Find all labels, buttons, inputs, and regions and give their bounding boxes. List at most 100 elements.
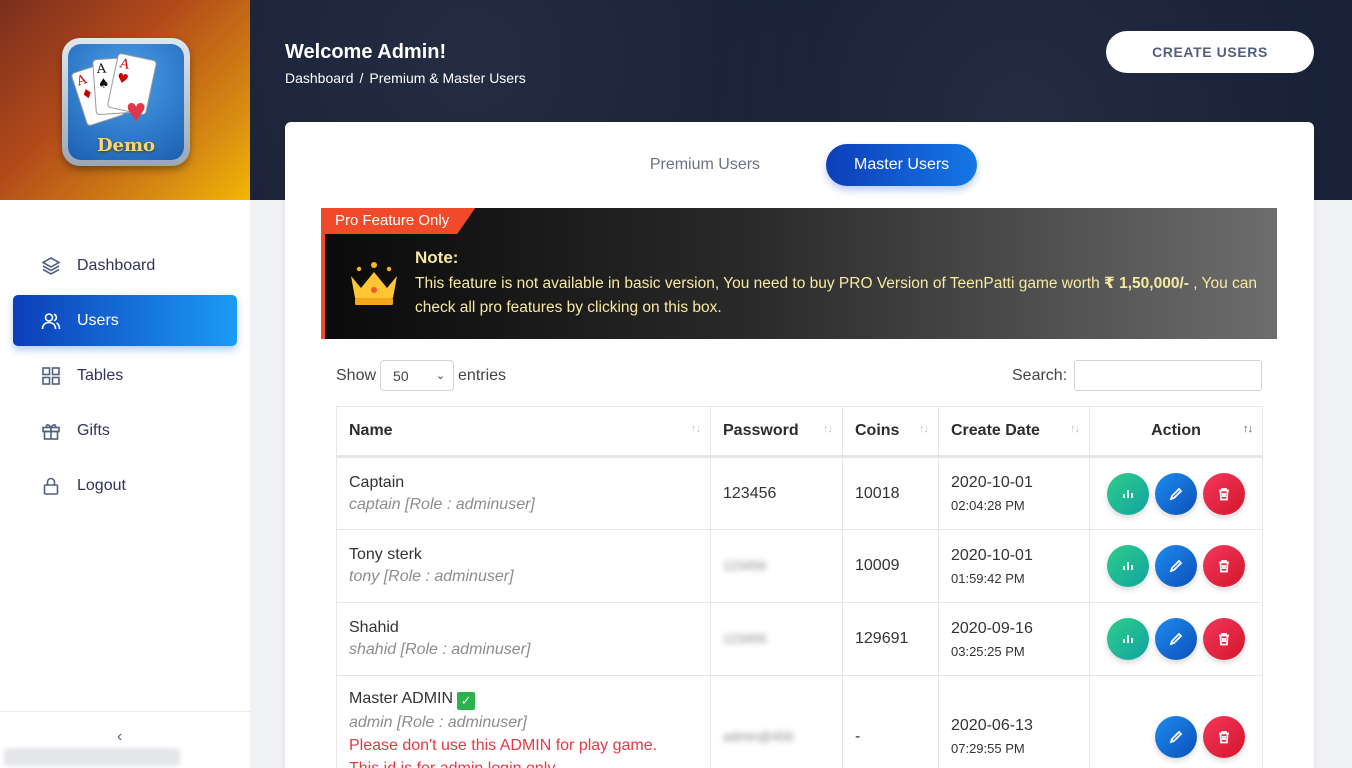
page-title: Welcome Admin!	[285, 41, 447, 63]
sidebar-item-label: Logout	[77, 476, 126, 494]
column-label: Password	[723, 422, 799, 439]
table-row: Tony sterk tony [Role : adminuser] 12345…	[336, 529, 1263, 603]
tab-premium-users[interactable]: Premium Users	[622, 144, 788, 186]
warning-text: Please don't use this ADMIN for play gam…	[349, 737, 658, 754]
pro-feature-banner[interactable]: Pro Feature Only Note: This feature is n…	[321, 208, 1277, 339]
stats-button[interactable]	[1107, 618, 1149, 660]
cell-name: Shahid shahid [Role : adminuser]	[336, 602, 711, 676]
user-name: Captain	[349, 473, 405, 491]
trash-icon	[1219, 730, 1229, 743]
note-text-part: This feature is not available in basic v…	[415, 275, 1105, 292]
pencil-icon	[1169, 730, 1183, 743]
show-label: Show	[336, 366, 377, 384]
bar-chart-icon	[1123, 562, 1133, 570]
table-row: Shahid shahid [Role : adminuser] 123456 …	[336, 602, 1263, 676]
row-actions	[1102, 472, 1250, 515]
row-actions	[1102, 715, 1250, 758]
create-time: 01:59:42 PM	[951, 570, 1025, 586]
cell-date: 2020-06-13 07:29:55 PM	[938, 675, 1090, 768]
user-name-text: Master ADMIN	[349, 690, 454, 707]
column-header-password[interactable]: Password ↑↓	[710, 406, 843, 458]
edit-button[interactable]	[1155, 715, 1197, 758]
row-actions	[1102, 618, 1250, 660]
cell-password: 123456	[710, 529, 843, 603]
entries-value: 50	[393, 367, 409, 384]
edit-button[interactable]	[1155, 472, 1197, 515]
cell-name: Tony sterk tony [Role : adminuser]	[336, 529, 711, 603]
sidebar-item-dashboard[interactable]: Dashboard	[13, 240, 237, 291]
entries-label: entries	[458, 366, 507, 384]
cell-password: admin@456	[710, 675, 843, 768]
search-label: Search:	[1012, 366, 1068, 384]
delete-button[interactable]	[1203, 715, 1245, 758]
sort-icon: ↑↓	[919, 423, 929, 435]
column-header-coins[interactable]: Coins ↑↓	[842, 406, 939, 458]
app-logo[interactable]: A ♦ A ♠ A ♥ ♥ Demo	[62, 38, 190, 166]
crown-icon	[351, 262, 397, 305]
cell-date: 2020-09-16 03:25:25 PM	[938, 602, 1090, 676]
table-row: Master ADMIN ✓ admin [Role : adminuser] P…	[336, 675, 1263, 768]
edit-button[interactable]	[1155, 618, 1197, 660]
lock-icon	[43, 477, 59, 495]
collapse-sidebar-button[interactable]: ‹	[117, 728, 122, 746]
cell-actions	[1089, 529, 1263, 603]
user-role: admin [Role : adminuser]	[349, 714, 527, 731]
sidebar-nav: Dashboard Users Tables Gifts Logout	[13, 240, 237, 515]
empty-slot	[1107, 716, 1149, 758]
layers-icon	[41, 256, 61, 275]
sidebar-item-gifts[interactable]: Gifts	[13, 405, 237, 456]
column-label: Coins	[855, 422, 900, 439]
column-header-action[interactable]: Action ↑↓	[1089, 406, 1263, 458]
column-label: Action	[1151, 422, 1201, 439]
sort-icon: ↑↓	[1070, 423, 1080, 435]
column-header-name[interactable]: Name ↑↓	[336, 406, 711, 458]
table-header-row: Name ↑↓ Password ↑↓ Coins ↑↓ Create Date ↑↓ …	[336, 406, 1263, 458]
delete-button[interactable]	[1203, 618, 1245, 660]
sort-icon: ↑↓	[1243, 423, 1253, 435]
entries-control: Show 50 ⌄ entries	[336, 360, 506, 391]
stats-button[interactable]	[1107, 545, 1149, 587]
cell-actions	[1089, 456, 1263, 530]
create-time: 03:25:25 PM	[951, 643, 1025, 659]
trash-icon	[1219, 487, 1229, 500]
sidebar-item-label: Dashboard	[77, 256, 156, 274]
cell-name: Captain captain [Role : adminuser]	[336, 456, 711, 530]
row-actions	[1102, 545, 1250, 587]
user-name: Tony sterk	[349, 546, 422, 563]
search-input[interactable]	[1074, 360, 1263, 391]
cell-coins: -	[842, 675, 939, 768]
delete-button[interactable]	[1203, 545, 1245, 587]
cell-coins: 129691	[842, 602, 939, 676]
cell-password: 123456	[710, 602, 843, 676]
heart-icon: ♥	[126, 92, 147, 130]
search-control: Search:	[1012, 360, 1263, 391]
logo-image: A ♦ A ♠ A ♥ ♥ Demo	[68, 44, 184, 160]
user-role: tony [Role : adminuser]	[349, 568, 514, 585]
column-header-create-date[interactable]: Create Date ↑↓	[938, 406, 1090, 458]
edit-button[interactable]	[1155, 545, 1197, 587]
entries-select[interactable]: 50 ⌄	[380, 360, 455, 391]
column-label: Create Date	[951, 422, 1040, 439]
trash-icon	[1219, 560, 1229, 573]
create-date: 2020-10-01	[951, 474, 1033, 491]
stats-button[interactable]	[1107, 472, 1149, 515]
sidebar-item-logout[interactable]: Logout	[13, 460, 237, 511]
tab-master-users[interactable]: Master Users	[826, 144, 978, 186]
pencil-icon	[1169, 487, 1183, 500]
note-text: This feature is not available in basic v…	[415, 272, 1265, 320]
grid-icon	[42, 366, 60, 385]
sidebar-item-tables[interactable]: Tables	[13, 350, 237, 401]
password-blurred: 123456	[723, 558, 767, 573]
sidebar-divider	[0, 711, 250, 712]
cell-date: 2020-10-01 02:04:28 PM	[938, 456, 1090, 530]
sidebar-item-label: Users	[77, 311, 119, 329]
delete-button[interactable]	[1203, 472, 1245, 515]
sidebar-item-users[interactable]: Users	[13, 295, 237, 346]
user-tabs: Premium Users Master Users	[285, 144, 1314, 186]
user-role: captain [Role : adminuser]	[349, 495, 535, 513]
create-time: 02:04:28 PM	[951, 498, 1025, 513]
create-date: 2020-06-13	[951, 717, 1033, 734]
breadcrumb-dashboard[interactable]: Dashboard	[285, 70, 354, 86]
create-users-button[interactable]: CREATE USERS	[1106, 31, 1314, 73]
sort-icon: ↑↓	[691, 423, 701, 435]
